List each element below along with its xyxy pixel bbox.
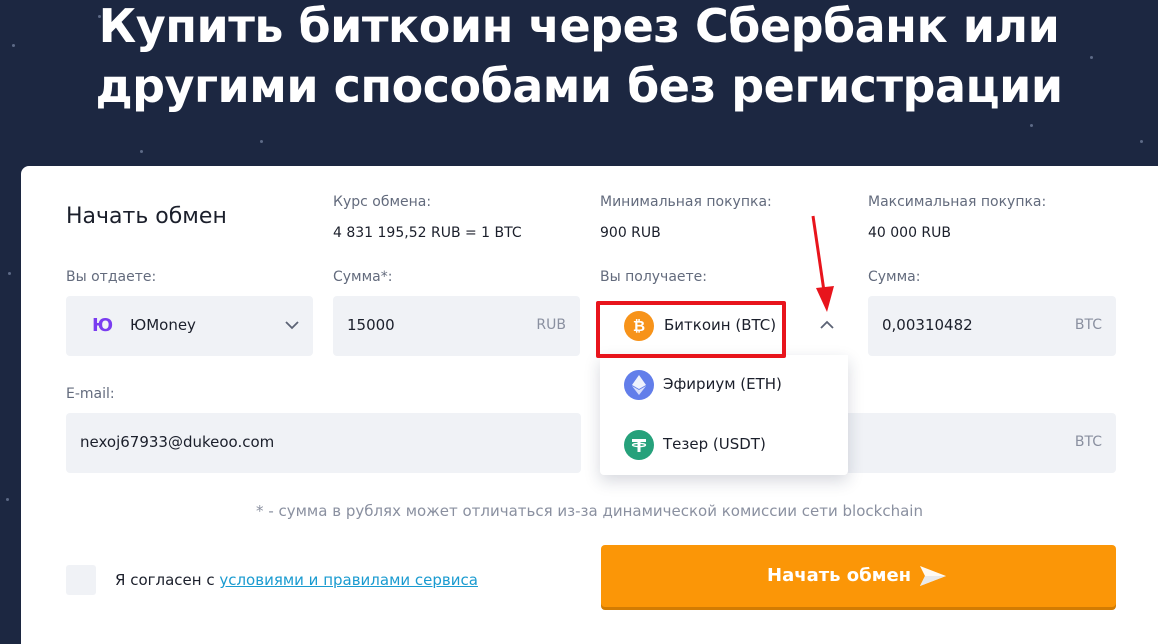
receive-amount-unit: BTC [1074, 317, 1102, 333]
rate-value: 4 831 195,52 RUB = 1 BTC [333, 225, 522, 241]
dropdown-option-label: Эфириум (ETH) [663, 375, 782, 393]
chevron-up-icon [820, 320, 834, 329]
form-title: Начать обмен [66, 204, 227, 229]
rate-label: Курс обмена: [333, 194, 432, 210]
email-value: nexoj67933@dukeoo.com [80, 433, 275, 451]
give-amount-label: Сумма*: [333, 269, 393, 285]
fee-note: * - сумма в рублях может отличаться из-з… [256, 502, 923, 520]
start-exchange-label: Начать обмен [767, 565, 912, 586]
receive-amount-label: Сумма: [868, 269, 921, 285]
min-purchase-value: 900 RUB [600, 225, 661, 241]
chevron-down-icon [285, 321, 299, 330]
yoomoney-icon: Ю [92, 315, 113, 336]
page-title-line-1: Купить биткоин через Сбербанк или [98, 0, 1060, 53]
page-title: Купить биткоин через Сбербанк или другим… [0, 0, 1158, 116]
receive-label: Вы получаете: [600, 269, 708, 285]
page-title-line-2: другими способами без регистрации [95, 59, 1063, 113]
give-currency-value: ЮMoney [130, 316, 196, 334]
give-label: Вы отдаете: [66, 269, 157, 285]
selected-currency-highlight [596, 301, 786, 358]
dropdown-option-eth[interactable]: Эфириум (ETH) [600, 355, 848, 415]
email-label: E-mail: [66, 386, 115, 402]
max-purchase-label: Максимальная покупка: [868, 194, 1047, 210]
exchange-form: Начать обмен Курс обмена: 4 831 195,52 R… [21, 166, 1158, 644]
agree-checkbox[interactable] [66, 565, 96, 595]
receive-amount-value: 0,00310482 [882, 316, 973, 334]
max-purchase-value: 40 000 RUB [868, 225, 952, 241]
send-arrow-icon [920, 566, 946, 586]
dropdown-option-label: Тезер (USDT) [663, 435, 766, 453]
currency-dropdown: Эфириум (ETH) Тезер (USDT) [600, 355, 848, 475]
give-amount-unit: RUB [536, 317, 566, 333]
email-field[interactable]: nexoj67933@dukeoo.com [66, 413, 581, 473]
agree-text: Я согласен с условиями и правилами серви… [115, 571, 478, 589]
start-exchange-button[interactable]: Начать обмен [601, 545, 1116, 607]
wallet-unit: BTC [1074, 434, 1102, 450]
annotation-arrow-icon [811, 215, 834, 312]
terms-link[interactable]: условиями и правилами сервиса [219, 571, 478, 589]
give-currency-select[interactable]: Ю ЮMoney [66, 296, 313, 356]
tether-icon [624, 430, 654, 460]
receive-amount-input[interactable]: 0,00310482 BTC [868, 296, 1116, 356]
dropdown-option-usdt[interactable]: Тезер (USDT) [600, 415, 848, 475]
give-amount-input[interactable]: 15000 RUB [333, 296, 580, 356]
give-amount-value: 15000 [347, 316, 395, 334]
agree-prefix: Я согласен с [115, 571, 220, 589]
ethereum-icon [624, 370, 654, 400]
min-purchase-label: Минимальная покупка: [600, 194, 772, 210]
